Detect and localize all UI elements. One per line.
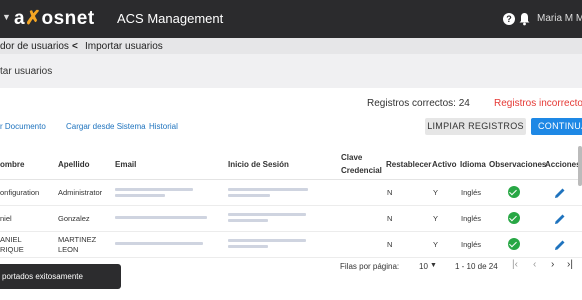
rows-per-page-select[interactable]: 10	[419, 262, 428, 271]
logo-text-right: osnet	[41, 8, 95, 29]
cell-nombre: onfiguration	[0, 188, 40, 197]
column-clave-line2: Credencial	[341, 166, 382, 175]
cell-apellido-line1: MARTINEZ	[58, 235, 97, 244]
app-title: ACS Management	[117, 11, 224, 26]
toast-message: portados exitosamente	[2, 272, 83, 281]
cell-apellido-line2: LEON	[58, 245, 79, 254]
cell-login-redacted	[228, 245, 268, 248]
column-observaciones[interactable]: Observaciones	[489, 160, 546, 169]
column-activo[interactable]: Activo	[432, 160, 456, 169]
app-bar: ▼ a✗osnet ACS Management ? Maria M Ma	[0, 0, 582, 38]
table-row[interactable]: onfiguration Administrator N Y Inglés	[0, 180, 582, 206]
column-email[interactable]: Email	[115, 160, 136, 169]
cell-nombre-line2: RIQUE	[0, 245, 24, 254]
continue-button[interactable]: CONTINUAR	[531, 118, 582, 135]
cell-email-redacted	[115, 242, 203, 245]
cell-restablecer: N	[387, 214, 393, 223]
table-row[interactable]: ANIEL RIQUE MARTINEZ LEON N Y Inglés	[0, 232, 582, 258]
column-nombre[interactable]: ombre	[0, 160, 24, 169]
cell-idioma: Inglés	[461, 188, 482, 197]
first-page-icon[interactable]: |‹	[512, 259, 518, 270]
column-idioma[interactable]: Idioma	[460, 160, 486, 169]
success-toast: portados exitosamente	[0, 264, 121, 289]
column-clave-line1[interactable]: Clave	[341, 153, 362, 162]
previous-page-icon[interactable]: ‹	[533, 259, 536, 270]
notification-bell-icon[interactable]	[518, 12, 531, 26]
load-document-link[interactable]: r Documento	[0, 122, 46, 131]
cell-idioma: Inglés	[461, 214, 482, 223]
edit-pencil-icon[interactable]	[554, 239, 566, 251]
check-circle-icon	[508, 186, 520, 198]
breadcrumb-current: Importar usuarios	[85, 41, 163, 52]
column-acciones[interactable]: Acciones	[545, 160, 581, 169]
chevron-down-icon[interactable]: ▼	[430, 262, 437, 269]
column-inicio-sesion[interactable]: Inicio de Sesión	[228, 160, 289, 169]
cell-login-redacted	[228, 219, 268, 222]
menu-caret-icon[interactable]: ▼	[2, 12, 11, 22]
last-page-icon[interactable]: ›|	[567, 259, 573, 270]
clear-records-button[interactable]: LIMPIAR REGISTROS	[425, 118, 526, 135]
cell-login-redacted	[228, 194, 270, 197]
history-link[interactable]: Historial	[149, 122, 178, 131]
cell-email-redacted	[115, 216, 207, 219]
cell-activo: Y	[433, 240, 439, 249]
edit-pencil-icon[interactable]	[554, 187, 566, 199]
column-restablecer[interactable]: Restablecer	[386, 160, 431, 169]
next-page-icon[interactable]: ›	[551, 259, 554, 270]
rows-per-page-label: Filas por página:	[340, 262, 400, 271]
cell-restablecer: N	[387, 188, 393, 197]
cell-apellido: Administrator	[58, 188, 103, 197]
page-title: tar usuarios	[0, 66, 53, 77]
cell-login-redacted	[228, 188, 308, 191]
breadcrumb: dor de usuarios < Importar usuarios	[0, 38, 582, 54]
help-icon[interactable]: ?	[503, 13, 515, 25]
table-header: ombre Apellido Email Inicio de Sesión Cl…	[0, 146, 582, 180]
cell-nombre: niel	[0, 214, 12, 223]
breadcrumb-back-icon[interactable]: <	[72, 41, 78, 52]
check-circle-icon	[508, 238, 520, 250]
app-logo[interactable]: a✗osnet	[14, 7, 95, 30]
table-row[interactable]: niel Gonzalez N Y Inglés	[0, 206, 582, 232]
cell-login-redacted	[228, 239, 306, 242]
breadcrumb-parent-link[interactable]: dor de usuarios	[0, 41, 69, 52]
load-from-system-link[interactable]: Cargar desde Sistema	[66, 122, 146, 131]
cell-nombre-line1: ANIEL	[0, 235, 22, 244]
column-apellido[interactable]: Apellido	[58, 160, 90, 169]
cell-apellido: Gonzalez	[58, 214, 90, 223]
cell-activo: Y	[433, 188, 439, 197]
logo-text-left: a	[14, 8, 26, 29]
cell-idioma: Inglés	[461, 240, 482, 249]
cell-email-redacted	[115, 194, 165, 197]
page-range: 1 - 10 de 24	[455, 262, 498, 271]
logo-mark-icon: ✗	[25, 8, 42, 29]
edit-pencil-icon[interactable]	[554, 213, 566, 225]
user-name[interactable]: Maria M Ma	[537, 13, 582, 24]
cell-login-redacted	[228, 213, 306, 216]
incorrect-records-count: Registros incorrectos: 0	[494, 98, 582, 109]
correct-records-count: Registros correctos: 24	[367, 98, 470, 109]
cell-activo: Y	[433, 214, 439, 223]
cell-email-redacted	[115, 188, 193, 191]
check-circle-icon	[508, 212, 520, 224]
cell-restablecer: N	[387, 240, 393, 249]
